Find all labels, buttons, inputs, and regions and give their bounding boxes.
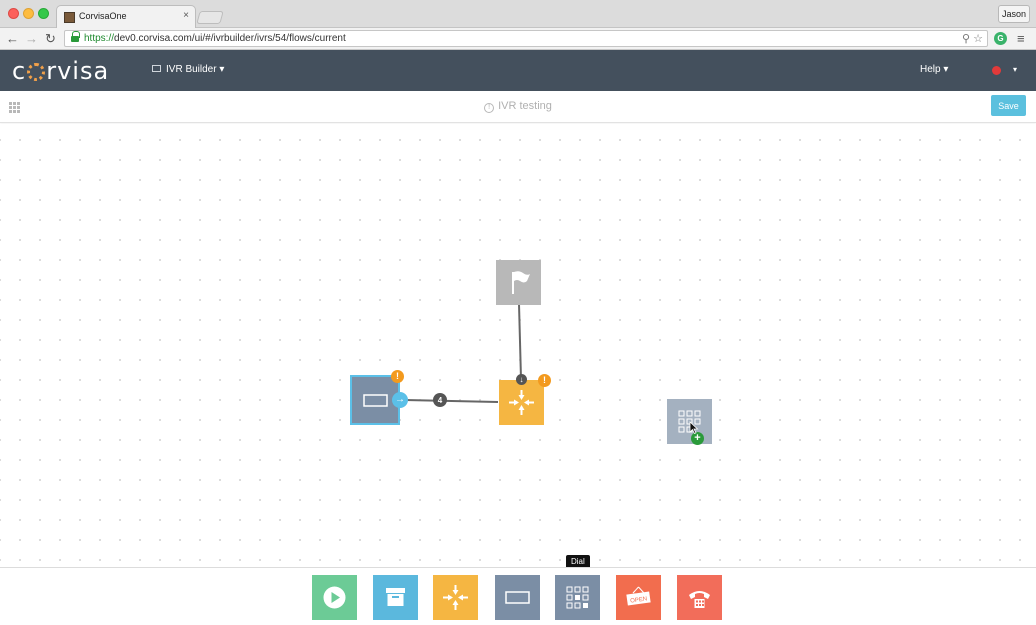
forward-button[interactable]: → — [25, 31, 38, 47]
arrows-in-icon — [509, 390, 534, 415]
hours-tool[interactable]: OPEN — [616, 575, 661, 620]
reload-button[interactable]: ↻ — [45, 31, 56, 47]
tab-close-icon[interactable]: × — [183, 10, 189, 21]
status-indicator[interactable] — [992, 66, 1001, 75]
play-icon — [323, 586, 346, 609]
node-toolbar: OPEN — [0, 567, 1036, 624]
edge-start-to-menu — [518, 303, 522, 380]
input-port-icon[interactable]: ↓ — [516, 374, 527, 385]
status-caret-icon[interactable]: ▾ — [1013, 65, 1017, 74]
flag-icon — [512, 271, 530, 294]
grid-icon — [566, 586, 589, 609]
flow-title: ! IVR testing — [0, 100, 1036, 113]
grammarly-extension-icon[interactable]: G — [994, 32, 1007, 45]
bookmark-star-icon[interactable]: ⚲ ☆ — [962, 32, 983, 45]
tab-title: CorvisaOne — [79, 11, 127, 21]
open-sign-icon: OPEN — [626, 586, 651, 606]
prompt-tool[interactable] — [495, 575, 540, 620]
address-bar: ← → ↻ https://dev0.corvisa.com/ui/#/ivrb… — [0, 28, 1036, 50]
flow-canvas[interactable]: 4 → ! ↓ ! + — [0, 124, 1036, 567]
rectangle-icon — [505, 591, 530, 604]
module-dropdown[interactable]: IVR Builder ▾ — [152, 64, 224, 75]
new-tab-button[interactable] — [196, 11, 224, 24]
maximize-window-button[interactable] — [38, 8, 49, 19]
phone-icon — [689, 591, 710, 608]
flow-connections: 4 — [404, 303, 522, 407]
hangup-tool[interactable] — [677, 575, 722, 620]
app-header: c rvisa IVR Builder ▾ Help ▾ ▾ — [0, 50, 1036, 91]
url-input[interactable]: https://dev0.corvisa.com/ui/#/ivrbuilder… — [64, 30, 988, 47]
edge-label-text: 4 — [438, 396, 443, 405]
lock-icon — [71, 31, 80, 43]
archive-icon — [386, 588, 405, 606]
help-dropdown[interactable]: Help ▾ — [920, 64, 948, 75]
dial-tool[interactable] — [555, 575, 600, 620]
arrows-in-icon — [443, 585, 468, 610]
warning-icon[interactable]: ! — [391, 370, 404, 383]
profile-button[interactable]: Jason — [998, 5, 1030, 23]
play-tool[interactable] — [312, 575, 357, 620]
edge-prompt-to-menu — [404, 399, 499, 403]
close-window-button[interactable] — [8, 8, 19, 19]
browser-tab[interactable]: CorvisaOne × — [56, 5, 196, 28]
minimize-window-button[interactable] — [23, 8, 34, 19]
favicon-icon — [64, 12, 75, 23]
save-button[interactable]: Save — [991, 95, 1026, 116]
archive-tool[interactable] — [373, 575, 418, 620]
url-text: https://dev0.corvisa.com/ui/#/ivrbuilder… — [84, 33, 346, 44]
warning-icon[interactable]: ! — [538, 374, 551, 387]
menu-tool[interactable] — [433, 575, 478, 620]
corvisa-logo[interactable]: c rvisa — [12, 57, 109, 85]
mouse-cursor-icon — [689, 421, 699, 435]
back-button[interactable]: ← — [6, 31, 19, 47]
browser-tab-bar: CorvisaOne × Jason — [0, 0, 1036, 28]
svg-text:OPEN: OPEN — [630, 596, 648, 604]
module-icon — [152, 65, 161, 72]
connect-arrow-icon[interactable]: → — [392, 392, 408, 408]
info-icon: ! — [484, 103, 495, 113]
menu-node[interactable] — [499, 380, 544, 425]
flow-header: ! IVR testing — [0, 91, 1036, 123]
browser-menu-icon[interactable]: ≡ — [1017, 31, 1025, 46]
start-flag-node[interactable] — [496, 260, 541, 305]
